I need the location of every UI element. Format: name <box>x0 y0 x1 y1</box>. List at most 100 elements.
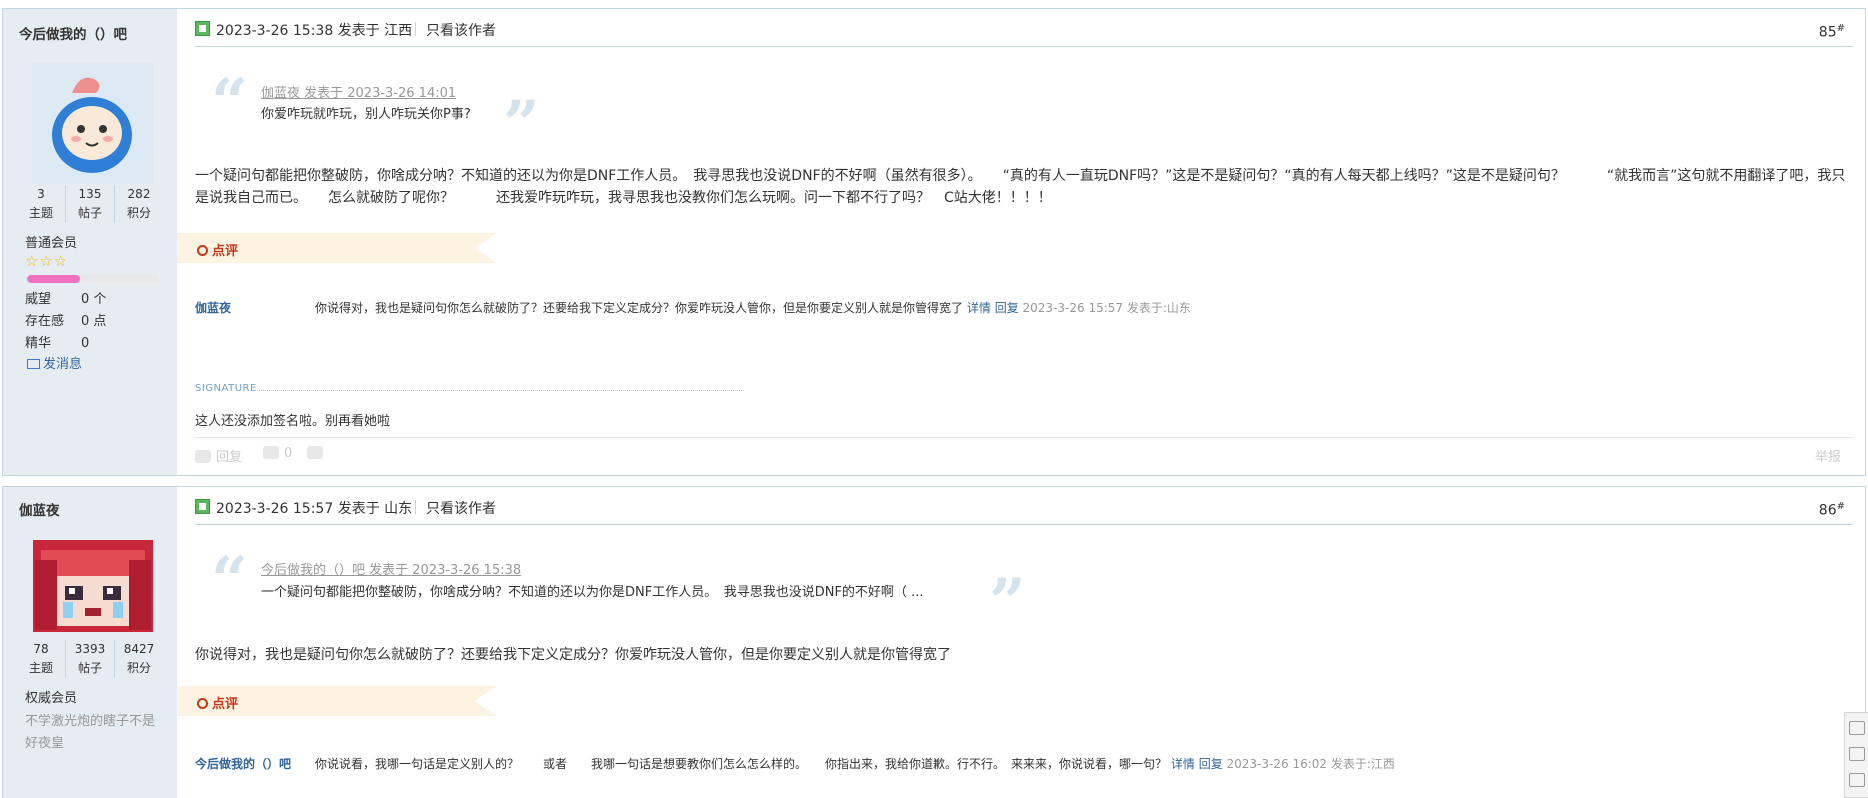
stat-label: 主题 <box>28 206 53 220</box>
quote-text: 一个疑问句都能把你整破防，你啥成分呐？不知道的还以为你是DNF工作人员。 我寻思… <box>261 585 924 600</box>
back-to-top-icon[interactable] <box>1849 747 1865 761</box>
attr-key: 威望 <box>25 292 52 307</box>
stat-credits[interactable]: 282 积分 <box>114 185 163 223</box>
author-sidebar: 伽蓝夜 78 主题 3393 帖子 8427 积分 权威会员 不学激光炮的瞎子不… <box>3 487 177 798</box>
quote-open-icon: “ <box>211 65 248 140</box>
post-main: 2023-3-26 15:57 发表于 山东 只看该作者 86# “ 今后做我的… <box>177 487 1853 798</box>
stat-value: 3 <box>37 187 45 201</box>
reply-icon <box>195 450 211 463</box>
review-tab: 点评 <box>177 233 497 263</box>
stat-label: 积分 <box>126 206 151 220</box>
send-message-label: 发消息 <box>43 357 83 372</box>
comment-time: 2023-3-26 16:02 发表于:江西 <box>1226 757 1395 771</box>
attr-digest: 精华 0 <box>25 333 106 355</box>
level-progress-fill <box>27 275 80 283</box>
attr-prestige: 威望 0 个 <box>25 289 106 311</box>
thumbs-down-icon <box>307 446 323 459</box>
divider <box>415 500 416 514</box>
author-name[interactable]: 今后做我的（）吧 <box>19 23 127 43</box>
avatar[interactable] <box>33 540 153 632</box>
signature-label: SIGNATURE <box>195 383 257 394</box>
like-button[interactable]: 0 <box>263 446 292 461</box>
comment-reply-link[interactable]: 回复 <box>995 301 1019 315</box>
author-stats: 78 主题 3393 帖子 8427 积分 <box>17 640 163 678</box>
commenter-name[interactable]: 今后做我的（）吧 <box>195 755 291 772</box>
envelope-icon <box>27 359 40 369</box>
user-note: 不学激光炮的瞎子不是好夜皇 <box>25 714 156 751</box>
review-button[interactable]: 点评 <box>197 693 238 712</box>
floating-toolbar <box>1844 712 1868 798</box>
avatar[interactable] <box>32 63 153 184</box>
only-author-link[interactable]: 只看该作者 <box>426 20 496 40</box>
stat-value: 3393 <box>74 642 106 656</box>
post-main: 2023-3-26 15:38 发表于 江西 只看该作者 85# “ 伽蓝夜 发… <box>177 9 1853 475</box>
stat-label: 帖子 <box>77 661 102 675</box>
review-label: 点评 <box>212 697 239 712</box>
quote-source-link[interactable]: 伽蓝夜 发表于 2023-3-26 14:01 <box>261 82 456 101</box>
stat-posts[interactable]: 135 帖子 <box>65 185 114 223</box>
floor-value: 85 <box>1818 24 1837 41</box>
reply-button[interactable]: 回复 <box>195 446 242 465</box>
thumbs-up-icon <box>263 446 279 459</box>
post-85: 今后做我的（）吧 3 主题 135 帖子 282 积分 普通会员 ☆☆☆ 威望 … <box>2 8 1866 476</box>
author-name[interactable]: 伽蓝夜 <box>19 499 60 519</box>
post-time: 2023-3-26 15:57 发表于 山东 <box>216 501 413 517</box>
dislike-button[interactable] <box>307 446 328 461</box>
document-icon <box>195 499 210 514</box>
stat-credits[interactable]: 8427 积分 <box>114 640 163 678</box>
quote-source-link[interactable]: 今后做我的（）吧 发表于 2023-3-26 15:38 <box>261 559 521 578</box>
post-time: 2023-3-26 15:38 发表于 江西 <box>216 23 413 39</box>
comment-text: 你说得对，我也是疑问句你怎么就破防了？还要给我下定义定成分？你爱咋玩没人管你，但… <box>315 301 964 315</box>
comment-detail-link[interactable]: 详情 <box>967 301 991 315</box>
attr-value: 0 <box>81 336 90 351</box>
signature-text: 这人还没添加签名啦。别再看她啦 <box>195 414 391 429</box>
user-rank[interactable]: 普通会员 <box>25 232 77 251</box>
document-icon <box>195 21 210 36</box>
author-attributes: 威望 0 个 存在感 0 点 精华 0 <box>25 289 106 355</box>
reply-label: 回复 <box>216 450 243 465</box>
user-rank[interactable]: 权威会员 <box>25 687 77 706</box>
quote-close-icon: ” <box>503 87 540 162</box>
stat-threads[interactable]: 3 主题 <box>17 185 65 223</box>
circle-icon <box>197 245 208 256</box>
comment-detail-link[interactable]: 详情 <box>1171 757 1195 771</box>
list-icon[interactable] <box>1849 773 1865 787</box>
post-header: 2023-3-26 15:38 发表于 江西 只看该作者 85# <box>195 19 1853 47</box>
signature-divider <box>259 390 744 391</box>
attr-presence: 存在感 0 点 <box>25 311 106 333</box>
level-progress-bar <box>27 275 159 283</box>
send-message-link[interactable]: 发消息 <box>27 353 82 372</box>
stat-label: 主题 <box>28 661 53 675</box>
only-author-link[interactable]: 只看该作者 <box>426 498 496 518</box>
commenter-name[interactable]: 伽蓝夜 <box>195 299 231 316</box>
stat-label: 帖子 <box>77 206 102 220</box>
review-button[interactable]: 点评 <box>197 240 238 259</box>
stat-value: 135 <box>78 187 102 201</box>
attr-value: 0 点 <box>81 314 107 329</box>
like-count: 0 <box>284 446 293 461</box>
divider <box>415 22 416 36</box>
circle-icon <box>197 698 208 709</box>
stat-value: 8427 <box>123 642 155 656</box>
post-86: 伽蓝夜 78 主题 3393 帖子 8427 积分 权威会员 不学激光炮的瞎子不… <box>2 486 1866 798</box>
comment-body: 你说得对，我也是疑问句你怎么就破防了？还要给我下定义定成分？你爱咋玩没人管你，但… <box>315 299 1191 316</box>
stat-posts[interactable]: 3393 帖子 <box>65 640 114 678</box>
author-sidebar: 今后做我的（）吧 3 主题 135 帖子 282 积分 普通会员 ☆☆☆ 威望 … <box>3 9 177 475</box>
post-header: 2023-3-26 15:57 发表于 山东 只看该作者 86# <box>195 497 1853 525</box>
quote-open-icon: “ <box>211 543 248 618</box>
star-icon: ☆☆☆ <box>25 252 69 270</box>
floor-mark: # <box>1836 501 1845 512</box>
stat-threads[interactable]: 78 主题 <box>17 640 65 678</box>
comment-time: 2023-3-26 15:57 发表于:山东 <box>1022 301 1191 315</box>
stat-label: 积分 <box>126 661 151 675</box>
comment-reply-link[interactable]: 回复 <box>1199 757 1223 771</box>
floor-number[interactable]: 85# <box>1819 23 1845 41</box>
review-label: 点评 <box>212 244 239 259</box>
report-link[interactable]: 举报 <box>1815 446 1841 465</box>
author-stats: 3 主题 135 帖子 282 积分 <box>17 185 163 223</box>
post-footer: 回复 0 举报 <box>195 437 1853 467</box>
floor-number[interactable]: 86# <box>1819 501 1845 519</box>
review-tab: 点评 <box>177 686 497 716</box>
comment-body: 你说说看，我哪一句话是定义别人的？ 或者 我哪一句话是想要教你们怎么怎么样的。 … <box>315 755 1395 772</box>
comment-icon[interactable] <box>1849 721 1865 735</box>
